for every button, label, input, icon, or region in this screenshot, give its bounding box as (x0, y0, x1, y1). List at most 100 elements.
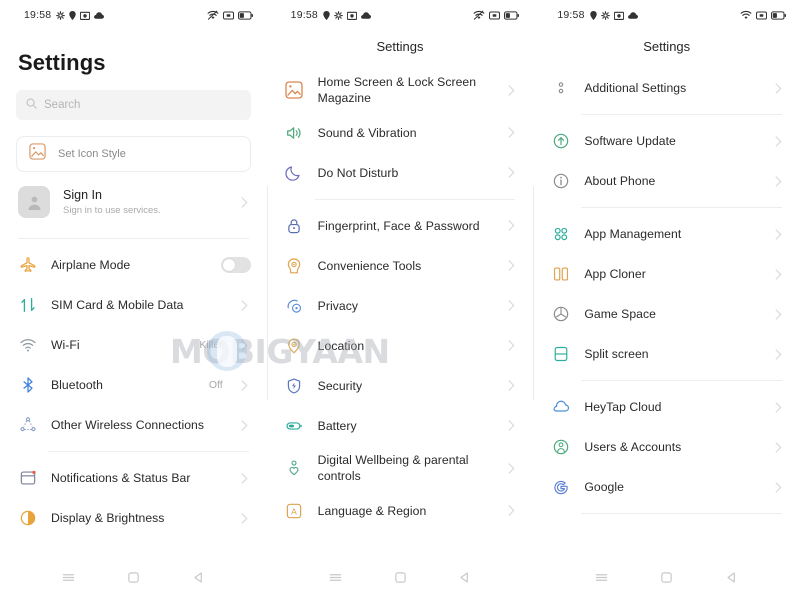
navigation-bar (266, 561, 534, 593)
list-item-label: Split screen (584, 346, 649, 361)
chevron-right-icon (505, 220, 517, 232)
gear-icon (56, 10, 65, 20)
set-icon-style-card[interactable]: Set Icon Style (16, 136, 251, 172)
list-item[interactable]: Users & Accounts (533, 427, 800, 467)
moon-icon (285, 163, 304, 182)
list-item-label: Privacy (317, 298, 358, 313)
list-item[interactable]: Digital Wellbeing & parental controls (267, 446, 534, 491)
more-dots-icon (551, 79, 570, 98)
chevron-right-icon (505, 127, 517, 139)
signal-icon (489, 10, 501, 20)
list-item[interactable]: Notifications & Status Bar (0, 458, 267, 498)
google-icon (551, 478, 570, 497)
list-item[interactable]: App Management (533, 214, 800, 254)
wifi-icon (740, 10, 752, 20)
section-divider (314, 198, 516, 200)
battery-icon (237, 10, 253, 20)
game-space-icon (551, 305, 570, 324)
status-bar: 19:58 (0, 0, 267, 30)
chevron-right-icon (772, 135, 784, 147)
list-item[interactable]: Battery (267, 406, 534, 446)
lock-icon (285, 216, 304, 235)
list-item[interactable]: A Language & Region (267, 491, 534, 531)
list-item-label: Google (584, 479, 624, 494)
list-item[interactable]: Software Update (533, 121, 800, 161)
page-title: Settings (18, 50, 106, 75)
list-group-personalization: Home Screen & Lock Screen Magazine Sound… (267, 68, 534, 193)
sim-data-icon (18, 296, 37, 315)
airplane-mode-toggle[interactable] (220, 257, 251, 273)
list-item[interactable]: Privacy (267, 286, 534, 326)
picture-icon (29, 143, 46, 165)
list-item[interactable]: Home Screen & Lock Screen Magazine (267, 68, 534, 113)
back-button[interactable] (719, 566, 745, 588)
status-bar-clock: 19:58 (290, 9, 318, 21)
recents-button[interactable] (55, 566, 81, 588)
home-button[interactable] (387, 566, 413, 588)
list-item[interactable]: Display & Brightness (0, 498, 267, 538)
speaker-icon (285, 123, 304, 142)
chevron-right-icon (239, 512, 251, 524)
list-item[interactable]: Bluetooth Off (0, 365, 267, 405)
sign-in-subtitle: Sign in to use services. (63, 205, 161, 217)
list-item-label: Battery (317, 418, 357, 433)
list-item[interactable]: Location (267, 326, 534, 366)
cloud-icon (551, 398, 570, 417)
list-item[interactable]: Split screen (533, 334, 800, 374)
settings-screen-2: 19:58 Settings Home Screen & Lock Screen… (266, 0, 534, 593)
back-button[interactable] (185, 566, 211, 588)
chevron-right-icon (772, 348, 784, 360)
settings-screen-3: 19:58 Settings Additional Settings Softw… (533, 0, 800, 593)
recents-button[interactable] (322, 566, 348, 588)
list-item[interactable]: HeyTap Cloud (533, 387, 800, 427)
update-icon (551, 132, 570, 151)
list-item[interactable]: Convenience Tools (267, 246, 534, 286)
list-item-label: Users & Accounts (584, 439, 682, 454)
list-item-label: App Management (584, 226, 682, 241)
list-item-label: Sound & Vibration (317, 125, 417, 140)
list-group-security: Fingerprint, Face & Password Convenience… (267, 206, 534, 531)
list-item[interactable]: App Cloner (533, 254, 800, 294)
wellbeing-icon (285, 459, 304, 478)
chevron-right-icon (505, 380, 517, 392)
signal-icon (756, 10, 768, 20)
list-item[interactable]: Additional Settings (533, 68, 800, 108)
list-item-label: Software Update (584, 133, 676, 148)
status-bar-clock: 19:58 (24, 9, 52, 21)
list-item-label: Convenience Tools (317, 258, 422, 273)
list-item[interactable]: Wi-Fi Killer (0, 325, 267, 365)
list-item[interactable]: Other Wireless Connections (0, 405, 267, 445)
search-input[interactable]: Search (16, 90, 251, 120)
list-item[interactable]: Google (533, 467, 800, 507)
svg-text:A: A (291, 506, 297, 516)
list-item[interactable]: Airplane Mode (0, 245, 267, 285)
list-item-label: Game Space (584, 306, 656, 321)
list-item-label: Home Screen & Lock Screen Magazine (317, 75, 477, 106)
chevron-right-icon (239, 196, 251, 208)
chevron-right-icon (239, 379, 251, 391)
list-item[interactable]: Fingerprint, Face & Password (267, 206, 534, 246)
list-item-label: Other Wireless Connections (51, 417, 205, 432)
sign-in-row[interactable]: Sign In Sign in to use services. (0, 172, 267, 232)
list-item-label: Fingerprint, Face & Password (317, 218, 480, 233)
list-item[interactable]: Security (267, 366, 534, 406)
list-item[interactable]: Game Space (533, 294, 800, 334)
list-item-label: Bluetooth (51, 377, 103, 392)
status-bar: 19:58 (267, 0, 534, 30)
back-button[interactable] (452, 566, 478, 588)
camera-icon (613, 11, 624, 20)
list-item[interactable]: Do Not Disturb (267, 153, 534, 193)
status-bar-clock: 19:58 (557, 9, 585, 21)
list-item[interactable]: About Phone (533, 161, 800, 201)
list-item-label: Display & Brightness (51, 510, 165, 525)
set-icon-style-label: Set Icon Style (58, 148, 126, 160)
list-item[interactable]: Sound & Vibration (267, 113, 534, 153)
person-icon (27, 196, 41, 210)
home-button[interactable] (654, 566, 680, 588)
list-item[interactable]: SIM Card & Mobile Data (0, 285, 267, 325)
home-button[interactable] (120, 566, 146, 588)
chevron-right-icon (772, 268, 784, 280)
recents-button[interactable] (589, 566, 615, 588)
search-icon (26, 96, 37, 114)
chevron-right-icon (772, 401, 784, 413)
